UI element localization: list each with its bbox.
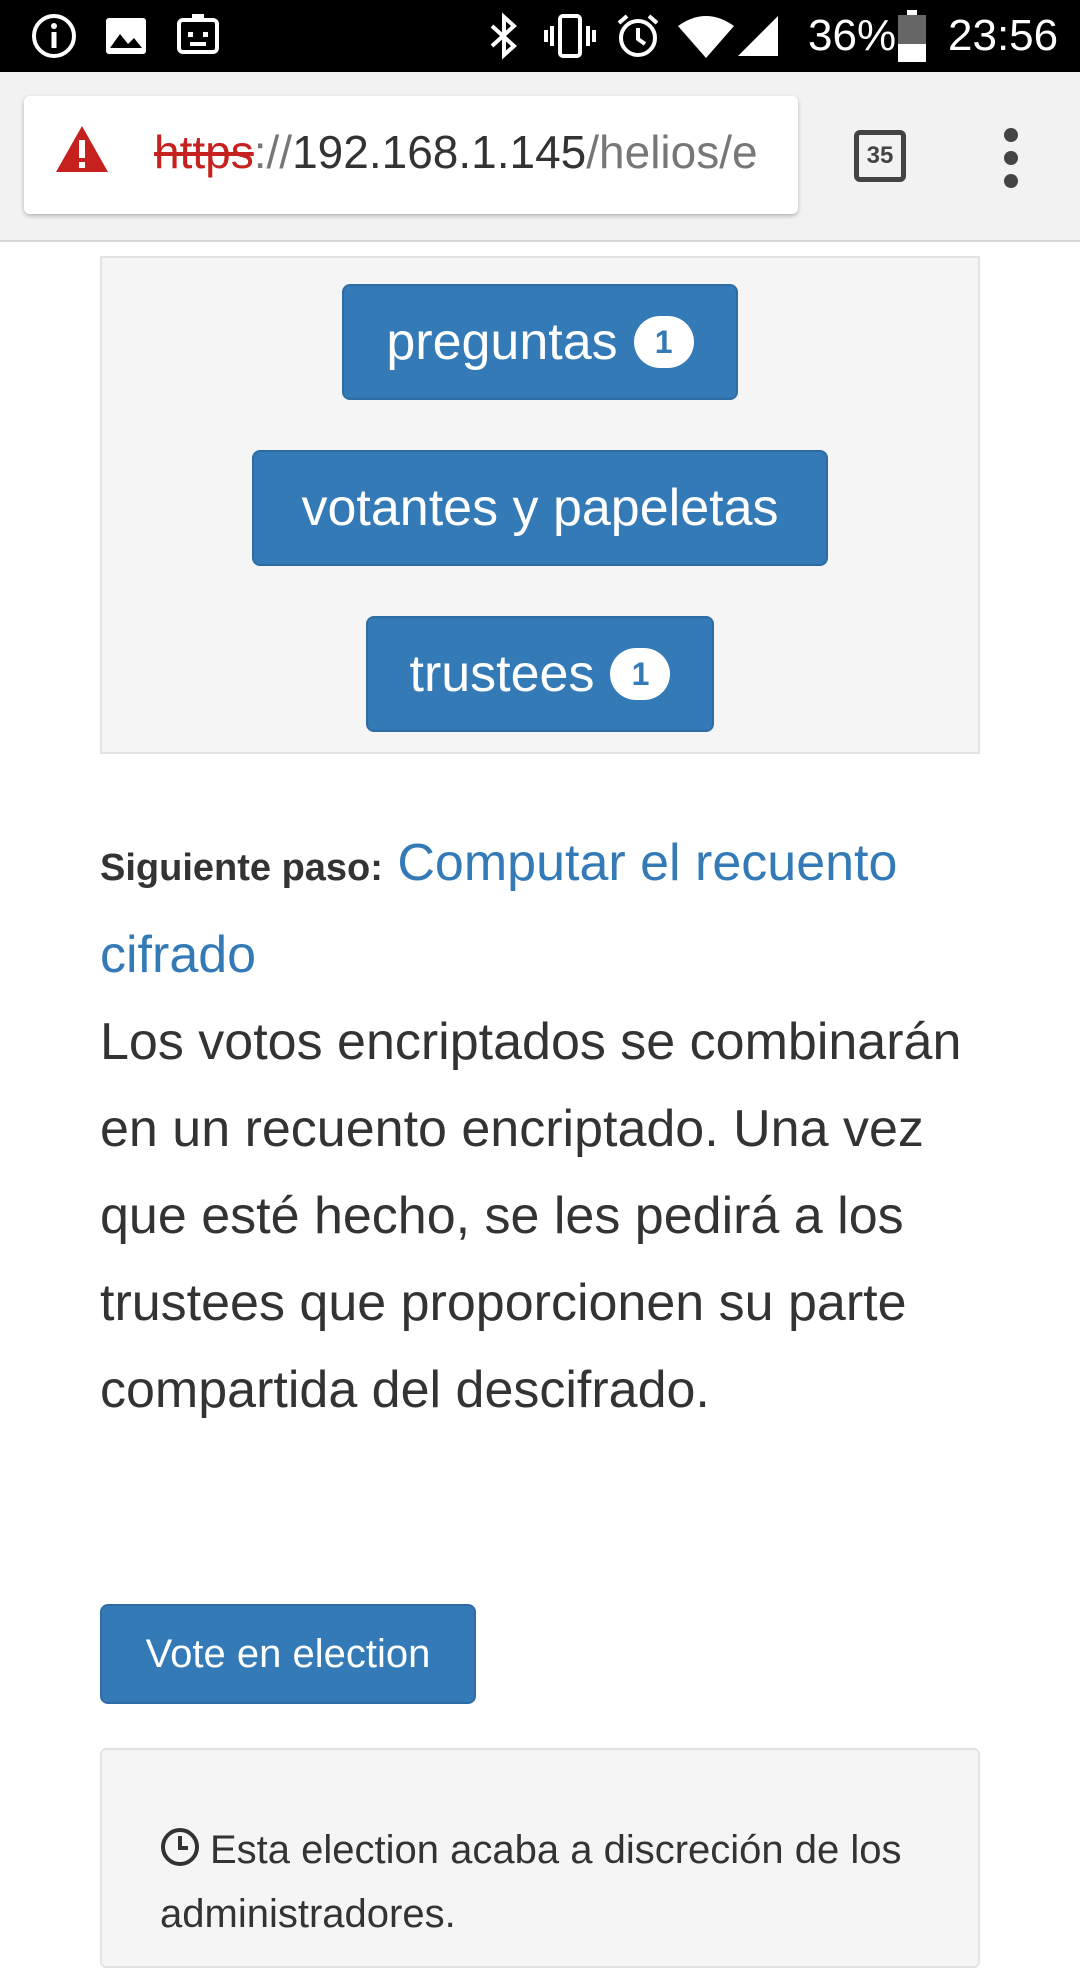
browser-toolbar: https://192.168.1.145/helios/e 35 xyxy=(0,72,1080,242)
alarm-icon xyxy=(614,12,662,60)
not-secure-warning-icon[interactable] xyxy=(54,124,110,179)
clock-time: 23:56 xyxy=(948,11,1059,60)
signal-icon xyxy=(736,12,780,60)
clock-icon xyxy=(160,1824,200,1884)
voters-ballots-label: votantes y papeletas xyxy=(301,479,779,537)
next-step-description: Los votos encriptados se combinarán en u… xyxy=(100,1013,962,1419)
vote-button[interactable]: Vote en election xyxy=(100,1604,476,1704)
election-panel: preguntas 1 votantes y papeletas trustee… xyxy=(100,256,980,754)
battery-icon xyxy=(898,10,926,62)
more-options-icon[interactable] xyxy=(996,128,1026,188)
status-bar: 36% 23:56 xyxy=(0,0,1080,72)
image-icon xyxy=(104,12,148,60)
election-info-box: Esta election acaba a discreción de los … xyxy=(100,1748,980,1968)
url-text[interactable]: https://192.168.1.145/helios/e xyxy=(154,122,758,182)
url-separator: :// xyxy=(253,126,293,178)
url-path: /helios/e xyxy=(586,126,758,178)
questions-label: preguntas xyxy=(386,313,618,371)
next-step-section: Siguiente paso: Computar el recuento cif… xyxy=(100,820,980,1434)
next-step-label: Siguiente paso: xyxy=(100,847,383,889)
screen-share-icon xyxy=(174,12,222,60)
trustees-count-badge: 1 xyxy=(610,648,671,700)
bluetooth-icon xyxy=(484,12,524,60)
trustees-button[interactable]: trustees 1 xyxy=(366,616,714,732)
tab-switcher-button[interactable]: 35 xyxy=(854,130,906,182)
questions-count-badge: 1 xyxy=(633,316,694,368)
info-icon xyxy=(30,12,78,60)
election-end-notice: Esta election acaba a discreción de los … xyxy=(160,1820,940,1944)
url-host: 192.168.1.145 xyxy=(292,126,587,178)
battery-percent: 36% xyxy=(808,11,897,60)
address-bar[interactable]: https://192.168.1.145/helios/e xyxy=(24,96,798,214)
vibrate-icon xyxy=(542,12,598,60)
trustees-label: trustees xyxy=(409,645,595,703)
voters-ballots-button[interactable]: votantes y papeletas xyxy=(252,450,828,566)
url-scheme: https xyxy=(154,126,254,178)
wifi-icon xyxy=(676,12,736,60)
questions-button[interactable]: preguntas 1 xyxy=(342,284,738,400)
